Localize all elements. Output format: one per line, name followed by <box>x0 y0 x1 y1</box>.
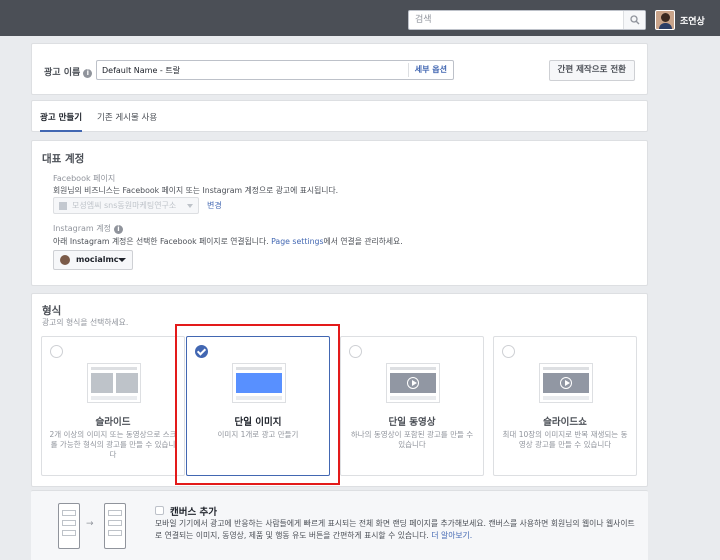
avatar <box>655 10 675 30</box>
chevron-down-icon <box>118 258 126 262</box>
format-option-video[interactable]: 단일 동영상 하나의 동영상이 포함된 광고를 만들 수 있습니다 <box>340 336 484 476</box>
identity-title: 대표 계정 <box>42 153 85 165</box>
video-thumbnail-icon <box>386 363 440 403</box>
tab-use-existing-post[interactable]: 기존 게시물 사용 <box>97 101 157 132</box>
change-page-link[interactable]: 변경 <box>207 200 222 211</box>
identity-panel: 대표 계정 Facebook 페이지 회원님의 비즈니스는 Facebook 페… <box>31 140 648 286</box>
instagram-description: 아래 Instagram 계정은 선택한 Facebook 페이지로 연결됩니다… <box>53 236 403 247</box>
info-icon[interactable]: i <box>83 69 93 78</box>
radio-button[interactable] <box>502 345 515 358</box>
instagram-desc-prefix: 아래 Instagram 계정은 선택한 Facebook 페이지로 연결됩니다… <box>53 237 269 246</box>
format-panel: 형식 광고의 형식을 선택하세요. 슬라이드 2개 이상의 이미지 또는 동영상… <box>31 293 648 487</box>
play-icon <box>560 377 572 389</box>
format-subtitle: 광고의 형식을 선택하세요. <box>42 318 129 327</box>
format-option-description: 하나의 동영상이 포함된 광고를 만들 수 있습니다 <box>350 430 474 449</box>
radio-button[interactable] <box>50 345 63 358</box>
learn-more-link[interactable]: 더 알아보기. <box>431 531 472 540</box>
format-option-title: 단일 이미지 <box>234 417 282 428</box>
user-name: 조연상 <box>680 16 705 27</box>
add-canvas-title: 캔버스 추가 <box>170 507 218 518</box>
format-title: 형식 <box>42 305 62 317</box>
user-profile[interactable]: 조연상 <box>655 10 705 30</box>
creation-tabs: 광고 만들기 기존 게시물 사용 <box>31 100 648 132</box>
instagram-account-value: mocialmc <box>76 255 119 264</box>
ad-name-field[interactable]: 세부 옵션 <box>96 60 454 80</box>
checkmark-icon[interactable] <box>195 345 208 358</box>
search-icon <box>629 15 639 25</box>
switch-to-quick-creation-button[interactable]: 간편 제작으로 전환 <box>548 60 635 81</box>
top-navigation-bar: 조연상 <box>0 0 720 36</box>
canvas-description-text: 모바일 기기에서 광고에 반응하는 사람들에게 빠르게 표시되는 전체 화면 랜… <box>155 519 635 540</box>
format-option-description: 이미지 1개로 광고 만들기 <box>217 430 299 439</box>
facebook-page-label: Facebook 페이지 <box>53 174 116 183</box>
play-icon <box>407 377 419 389</box>
format-option-title: 슬라이드쇼 <box>543 417 587 428</box>
instagram-avatar <box>60 255 70 265</box>
format-option-description: 2개 이상의 이미지 또는 동영상으로 스크롤 가능한 형식의 광고를 만들 수… <box>49 430 177 459</box>
instagram-desc-suffix: 에서 연결을 관리하세요. <box>323 237 403 246</box>
page-icon <box>59 202 67 210</box>
single-image-thumbnail-icon <box>232 363 286 403</box>
ad-name-panel: 광고 이름i 세부 옵션 간편 제작으로 전환 <box>31 43 648 95</box>
radio-button[interactable] <box>349 345 362 358</box>
ad-name-input[interactable] <box>97 61 397 79</box>
info-icon[interactable]: i <box>113 225 123 234</box>
search-button[interactable] <box>623 11 645 29</box>
format-option-title: 단일 동영상 <box>388 417 436 428</box>
page-settings-link[interactable]: Page settings <box>271 237 323 246</box>
format-option-single-image[interactable]: 단일 이미지 이미지 1개로 광고 만들기 <box>186 336 330 476</box>
slideshow-thumbnail-icon <box>539 363 593 403</box>
details-options-link[interactable]: 세부 옵션 <box>407 63 453 77</box>
chevron-down-icon <box>187 204 193 208</box>
canvas-description: 모바일 기기에서 광고에 반응하는 사람들에게 빠르게 표시되는 전체 화면 랜… <box>155 518 635 542</box>
facebook-page-value: 모셩엠씨 sns동원마케팅연구소 <box>72 201 177 210</box>
carousel-thumbnail-icon <box>87 363 141 403</box>
add-canvas-checkbox[interactable] <box>155 506 164 515</box>
format-option-description: 최대 10장의 이미지로 반복 재생되는 동영상 광고를 만들 수 있습니다 <box>502 430 628 449</box>
format-option-carousel[interactable]: 슬라이드 2개 이상의 이미지 또는 동영상으로 스크롤 가능한 형식의 광고를… <box>41 336 185 476</box>
instagram-account-label: Instagram 계정 i <box>53 223 123 234</box>
search-input[interactable] <box>409 11 623 29</box>
facebook-page-select[interactable]: 모셩엠씨 sns동원마케팅연구소 <box>53 197 199 214</box>
canvas-illustration-icon: → <box>56 499 136 555</box>
instagram-account-select[interactable]: mocialmc <box>53 250 133 270</box>
ad-name-label-text: 광고 이름 <box>44 68 81 78</box>
format-option-title: 슬라이드 <box>95 417 131 428</box>
instagram-label-text: Instagram 계정 <box>53 224 111 233</box>
search-box[interactable] <box>408 10 646 30</box>
ad-name-label: 광고 이름 i <box>44 65 93 78</box>
format-option-slideshow[interactable]: 슬라이드쇼 최대 10장의 이미지로 반복 재생되는 동영상 광고를 만들 수 … <box>493 336 637 476</box>
canvas-panel: → 캔버스 추가 모바일 기기에서 광고에 반응하는 사람들에게 빠르게 표시되… <box>31 490 648 560</box>
facebook-page-description: 회원님의 비즈니스는 Facebook 페이지 또는 Instagram 계정으… <box>53 186 339 195</box>
tab-create-ad[interactable]: 광고 만들기 <box>40 101 83 132</box>
